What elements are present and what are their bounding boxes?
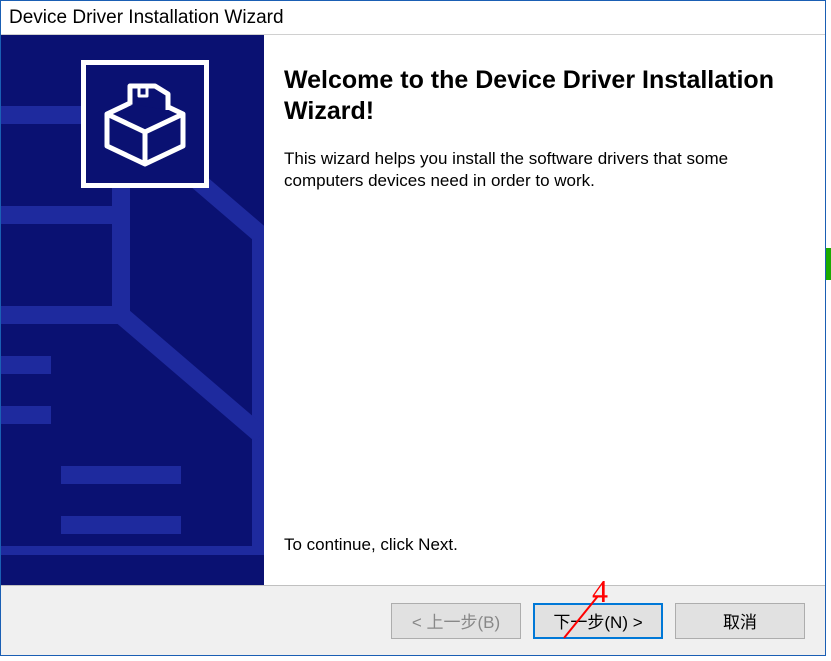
spacer [284,192,795,535]
wizard-window: Device Driver Installation Wizard [0,0,826,656]
window-title: Device Driver Installation Wizard [9,7,284,29]
cancel-button[interactable]: 取消 [675,603,805,639]
wizard-side-panel [1,35,264,585]
next-button[interactable]: 下一步(N) > [533,603,663,639]
continue-instruction: To continue, click Next. [284,535,795,555]
green-edge-mark [826,248,831,280]
wizard-description: This wizard helps you install the softwa… [284,148,795,192]
wizard-heading: Welcome to the Device Driver Installatio… [284,65,795,128]
back-button: < 上一步(B) [391,603,521,639]
wizard-main-panel: Welcome to the Device Driver Installatio… [264,35,825,585]
window-titlebar: Device Driver Installation Wizard [1,1,825,35]
driver-box-icon [81,60,209,188]
content-area: Welcome to the Device Driver Installatio… [1,35,825,585]
button-bar: < 上一步(B) 下一步(N) > 取消 [1,585,825,655]
